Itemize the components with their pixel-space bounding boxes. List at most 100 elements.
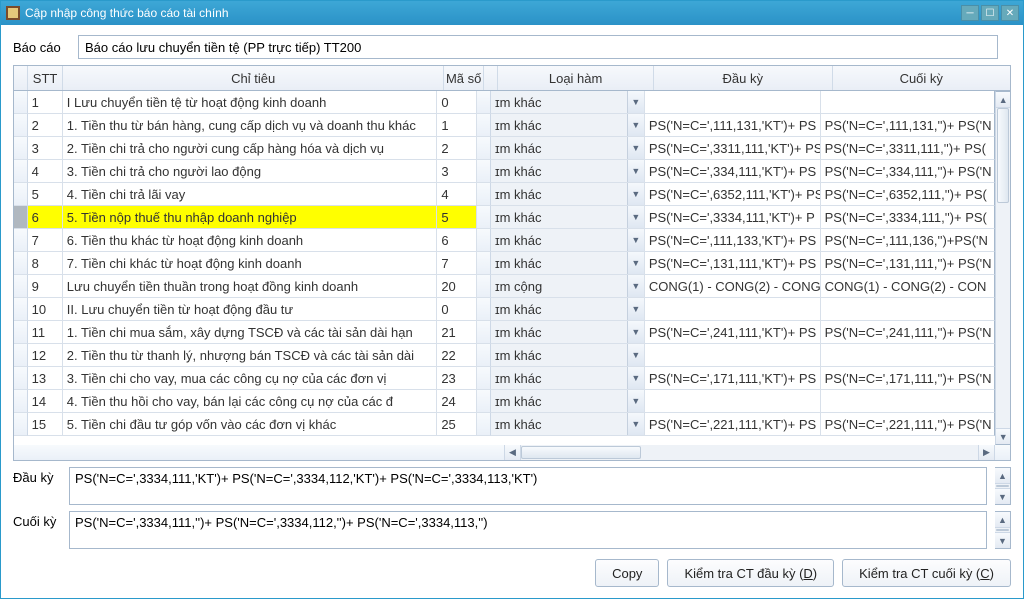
- row-gutter[interactable]: [14, 137, 28, 160]
- check-cuoiky-button[interactable]: Kiểm tra CT cuối kỳ (C): [842, 559, 1011, 587]
- cell-chi-tieu[interactable]: 1. Tiền chi mua sắm, xây dựng TSCĐ và cá…: [63, 321, 438, 344]
- header-ma-so[interactable]: Mã số: [444, 66, 484, 90]
- cell-cuoi-ky[interactable]: [821, 390, 996, 413]
- cell-ma-so[interactable]: 23: [437, 367, 477, 390]
- cell-ma-so[interactable]: 0: [437, 298, 477, 321]
- check-dauky-button[interactable]: Kiểm tra CT đầu kỳ (D): [667, 559, 834, 587]
- cell-chi-tieu[interactable]: 4. Tiền chi trả lãi vay: [63, 183, 438, 206]
- scroll-thumb[interactable]: [996, 529, 1009, 531]
- cell-chi-tieu[interactable]: 7. Tiền chi khác từ hoạt động kinh doanh: [63, 252, 438, 275]
- cell-loai-ham[interactable]: ɪm khác▼: [491, 367, 645, 390]
- cell-stt[interactable]: 11: [28, 321, 63, 344]
- cell-dau-ky[interactable]: CONG(1) - CONG(2) - CONG: [645, 275, 821, 298]
- scroll-down-icon[interactable]: ▼: [995, 488, 1010, 504]
- cell-ma-so[interactable]: 5: [437, 206, 477, 229]
- chevron-down-icon[interactable]: ▼: [627, 413, 644, 435]
- scroll-down-icon[interactable]: ▼: [996, 428, 1010, 444]
- cell-dau-ky[interactable]: PS('N=C=',334,111,'KT')+ PS: [645, 160, 821, 183]
- table-row[interactable]: 133. Tiền chi cho vay, mua các công cụ n…: [14, 367, 995, 390]
- cell-loai-ham[interactable]: ɪm khác▼: [491, 344, 645, 367]
- scroll-right-icon[interactable]: ▶: [978, 445, 994, 460]
- chevron-down-icon[interactable]: ▼: [627, 91, 644, 113]
- cell-ma-so[interactable]: 21: [437, 321, 477, 344]
- header-loai-ham[interactable]: Loại hàm: [498, 66, 654, 90]
- cell-ma-so[interactable]: 0: [437, 91, 477, 114]
- table-row[interactable]: 87. Tiền chi khác từ hoạt động kinh doan…: [14, 252, 995, 275]
- cell-cuoi-ky[interactable]: PS('N=C=',6352,111,'')+ PS(: [821, 183, 996, 206]
- report-input[interactable]: [78, 35, 998, 59]
- cell-chi-tieu[interactable]: Lưu chuyển tiền thuần trong hoạt đồng ki…: [63, 275, 438, 298]
- cell-chi-tieu[interactable]: 5. Tiền nộp thuế thu nhập doanh nghiệp: [63, 206, 438, 229]
- chevron-down-icon[interactable]: ▼: [627, 160, 644, 182]
- cell-ma-so[interactable]: 7: [437, 252, 477, 275]
- scroll-thumb[interactable]: [996, 485, 1009, 487]
- row-gutter[interactable]: [14, 252, 28, 275]
- row-gutter[interactable]: [14, 275, 28, 298]
- cell-dau-ky[interactable]: PS('N=C=',3311,111,'KT')+ PS: [645, 137, 821, 160]
- header-stt[interactable]: STT: [28, 66, 64, 90]
- table-row[interactable]: 155. Tiền chi đầu tư góp vốn vào các đơn…: [14, 413, 995, 436]
- cuoiky-scrollbar[interactable]: ▲ ▼: [995, 511, 1011, 549]
- cell-cuoi-ky[interactable]: PS('N=C=',3311,111,'')+ PS(: [821, 137, 996, 160]
- row-gutter[interactable]: [14, 206, 28, 229]
- chevron-down-icon[interactable]: ▼: [627, 321, 644, 343]
- close-button[interactable]: ✕: [1001, 5, 1019, 21]
- cell-cuoi-ky[interactable]: CONG(1) - CONG(2) - CON: [821, 275, 996, 298]
- horizontal-scrollbar[interactable]: ◀ ▶: [13, 445, 1011, 461]
- cell-stt[interactable]: 3: [28, 137, 63, 160]
- row-gutter[interactable]: [14, 114, 28, 137]
- cell-stt[interactable]: 14: [28, 390, 63, 413]
- hscroll-track[interactable]: [521, 445, 978, 460]
- table-row[interactable]: 1I Lưu chuyển tiền tệ từ hoạt động kinh …: [14, 91, 995, 114]
- row-gutter[interactable]: [14, 390, 28, 413]
- cell-chi-tieu[interactable]: 2. Tiền thu từ thanh lý, nhượng bán TSCĐ…: [63, 344, 438, 367]
- cell-loai-ham[interactable]: ɪm khác▼: [491, 206, 645, 229]
- chevron-down-icon[interactable]: ▼: [627, 252, 644, 274]
- row-gutter[interactable]: [14, 321, 28, 344]
- cell-ma-so[interactable]: 24: [437, 390, 477, 413]
- cell-loai-ham[interactable]: ɪm khác▼: [491, 229, 645, 252]
- cell-dau-ky[interactable]: PS('N=C=',171,111,'KT')+ PS: [645, 367, 821, 390]
- table-row[interactable]: 9Lưu chuyển tiền thuần trong hoạt đồng k…: [14, 275, 995, 298]
- cell-ma-so[interactable]: 4: [437, 183, 477, 206]
- table-row[interactable]: 144. Tiền thu hồi cho vay, bán lại các c…: [14, 390, 995, 413]
- cell-dau-ky[interactable]: PS('N=C=',111,131,'KT')+ PS: [645, 114, 821, 137]
- scroll-up-icon[interactable]: ▲: [995, 468, 1010, 484]
- cell-ma-so[interactable]: 3: [437, 160, 477, 183]
- header-dau-ky[interactable]: Đầu kỳ: [654, 66, 832, 90]
- cell-chi-tieu[interactable]: 1. Tiền thu từ bán hàng, cung cấp dịch v…: [63, 114, 438, 137]
- cell-stt[interactable]: 6: [28, 206, 63, 229]
- cell-stt[interactable]: 5: [28, 183, 63, 206]
- cell-loai-ham[interactable]: ɪm khác▼: [491, 137, 645, 160]
- cell-cuoi-ky[interactable]: PS('N=C=',221,111,'')+ PS('N: [821, 413, 996, 436]
- row-gutter[interactable]: [14, 183, 28, 206]
- cell-chi-tieu[interactable]: 2. Tiền chi trả cho người cung cấp hàng …: [63, 137, 438, 160]
- scroll-thumb[interactable]: [997, 108, 1009, 203]
- cell-dau-ky[interactable]: [645, 344, 821, 367]
- cell-cuoi-ky[interactable]: PS('N=C=',111,136,'')+PS('N: [821, 229, 996, 252]
- scroll-up-icon[interactable]: ▲: [996, 92, 1010, 108]
- chevron-down-icon[interactable]: ▼: [627, 229, 644, 251]
- cell-loai-ham[interactable]: ɪm khác▼: [491, 252, 645, 275]
- chevron-down-icon[interactable]: ▼: [627, 114, 644, 136]
- table-row[interactable]: 65. Tiền nộp thuế thu nhập doanh nghiệp5…: [14, 206, 995, 229]
- copy-button[interactable]: Copy: [595, 559, 659, 587]
- cell-dau-ky[interactable]: PS('N=C=',221,111,'KT')+ PS: [645, 413, 821, 436]
- chevron-down-icon[interactable]: ▼: [627, 390, 644, 412]
- cell-loai-ham[interactable]: ɪm khác▼: [491, 160, 645, 183]
- cell-cuoi-ky[interactable]: [821, 91, 996, 114]
- cell-chi-tieu[interactable]: 3. Tiền chi cho vay, mua các công cụ nợ …: [63, 367, 438, 390]
- table-row[interactable]: 122. Tiền thu từ thanh lý, nhượng bán TS…: [14, 344, 995, 367]
- row-gutter[interactable]: [14, 298, 28, 321]
- cell-cuoi-ky[interactable]: PS('N=C=',131,111,'')+ PS('N: [821, 252, 996, 275]
- cell-chi-tieu[interactable]: 3. Tiền chi trả cho người lao động: [63, 160, 438, 183]
- cell-loai-ham[interactable]: ɪm khác▼: [491, 413, 645, 436]
- dauky-input[interactable]: [69, 467, 987, 505]
- cell-dau-ky[interactable]: [645, 298, 821, 321]
- cell-chi-tieu[interactable]: II. Lưu chuyển tiền từ hoạt động đầu tư: [63, 298, 438, 321]
- cell-loai-ham[interactable]: ɪm cộng▼: [491, 275, 645, 298]
- cell-cuoi-ky[interactable]: [821, 344, 996, 367]
- scroll-left-icon[interactable]: ◀: [505, 445, 521, 460]
- cell-stt[interactable]: 9: [28, 275, 63, 298]
- cell-stt[interactable]: 2: [28, 114, 63, 137]
